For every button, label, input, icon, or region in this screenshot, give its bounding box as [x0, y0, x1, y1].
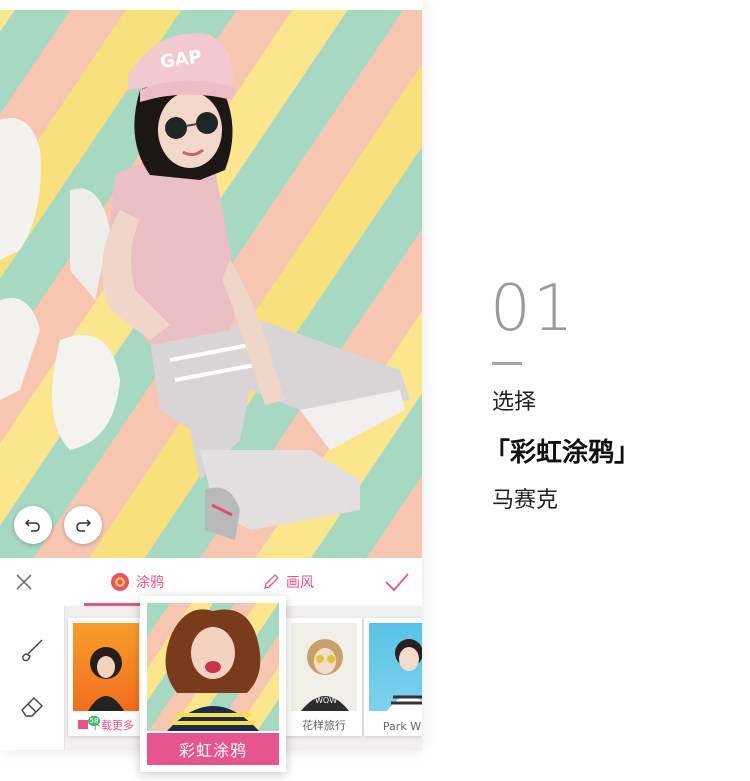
pencil-icon	[264, 574, 279, 589]
undo-icon	[24, 519, 40, 532]
step-number: 01	[490, 272, 576, 346]
style-card-download-more[interactable]: 下载更多 58	[68, 618, 144, 736]
caption-line-2: 「彩虹涂鸦」	[484, 438, 641, 468]
close-icon[interactable]	[12, 570, 36, 594]
park-thumbnail	[369, 623, 422, 711]
step-divider	[492, 362, 522, 365]
tool-column	[0, 606, 65, 750]
style-card-flower-travel[interactable]: WOW 花样旅行	[286, 618, 362, 736]
caption-line-1: 选择	[492, 390, 537, 415]
rainbow-doodle-label: 彩虹涂鸦	[147, 733, 279, 765]
undo-button[interactable]	[14, 506, 52, 544]
check-icon[interactable]	[384, 570, 410, 594]
redo-icon	[76, 519, 92, 532]
brush-icon[interactable]	[16, 634, 48, 666]
doodle-tab-icon	[111, 573, 129, 591]
svg-text:WOW: WOW	[315, 696, 337, 705]
tab-doodle-label: 涂鸦	[136, 575, 164, 591]
new-count-badge: 58	[88, 716, 100, 726]
download-more-thumbnail	[73, 623, 139, 711]
download-more-caption: 下载更多	[68, 717, 144, 733]
rainbow-doodle-thumbnail	[147, 603, 279, 731]
flower-travel-caption: 花样旅行	[302, 719, 346, 732]
style-card-park[interactable]: Park W	[364, 618, 422, 736]
photo-canvas[interactable]: GAP	[0, 10, 422, 558]
park-caption: Park W	[382, 720, 422, 733]
eraser-icon[interactable]	[16, 690, 48, 722]
tab-paint-label: 画风	[286, 575, 314, 591]
style-card-rainbow-doodle-selected[interactable]: 彩虹涂鸦	[140, 596, 286, 772]
redo-button[interactable]	[64, 506, 102, 544]
gift-icon	[78, 720, 88, 729]
caption-line-3: 马赛克	[492, 488, 559, 513]
photo-subject: GAP	[0, 33, 410, 540]
flower-travel-thumbnail: WOW	[291, 623, 357, 711]
